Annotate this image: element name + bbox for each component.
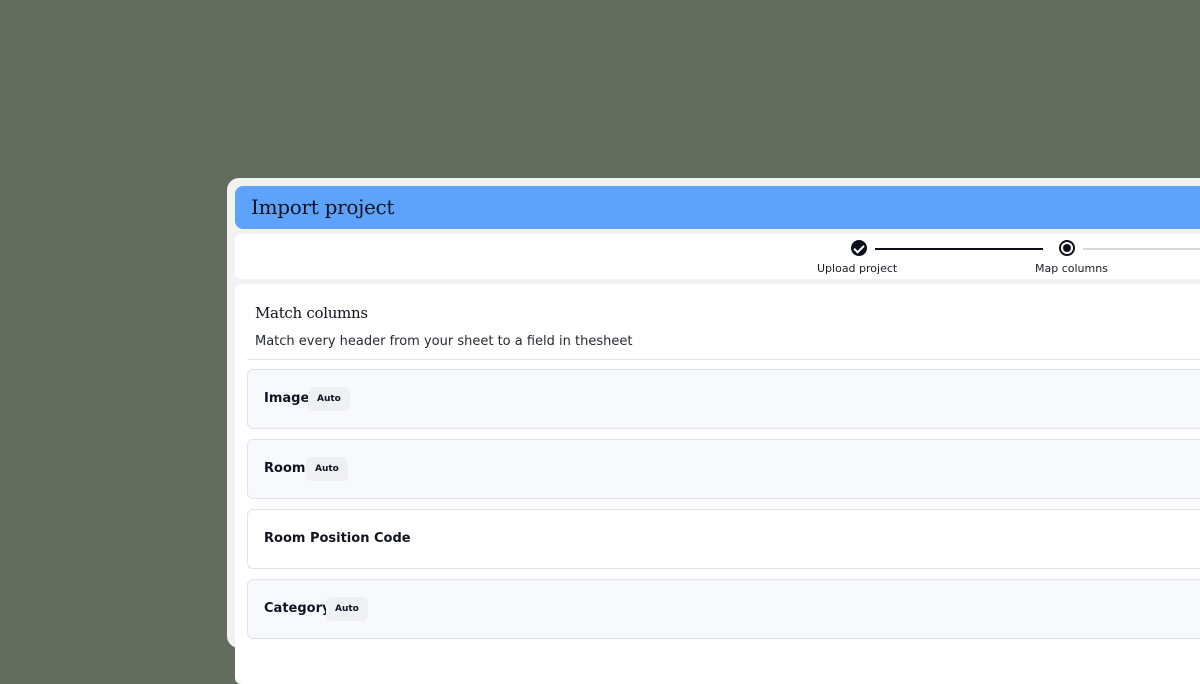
mapping-panel: Match columns Match every header from yo… [235,284,1200,684]
dialog-title: Import project [251,195,395,219]
step-connector-complete [875,248,1043,250]
field-name: Category [264,601,331,616]
field-row-room-position-code[interactable]: Room Position Code [247,509,1200,569]
step-label: Map columns [1035,262,1108,275]
progress-stepper: Upload project Map columns [235,234,1200,279]
radio-dot-icon [1059,240,1075,256]
field-name: Room [264,461,306,476]
auto-badge: Auto [308,387,350,411]
auto-badge: Auto [326,597,368,621]
field-name: Image [264,391,310,406]
auto-badge: Auto [306,457,348,481]
section-subtitle: Match every header from your sheet to a … [255,334,633,349]
step-connector-pending [1083,248,1200,250]
step-label: Upload project [817,262,898,275]
section-title: Match columns [255,304,368,322]
field-name: Room Position Code [264,531,411,546]
field-row-room[interactable]: Room Auto [247,439,1200,499]
dialog-header: Import project [235,186,1200,229]
field-row-category[interactable]: Category Auto [247,579,1200,639]
check-circle-icon [851,240,867,256]
field-row-image[interactable]: Image Auto [247,369,1200,429]
import-dialog: Import project Upload project Map column… [227,178,1200,684]
divider [247,359,1200,360]
